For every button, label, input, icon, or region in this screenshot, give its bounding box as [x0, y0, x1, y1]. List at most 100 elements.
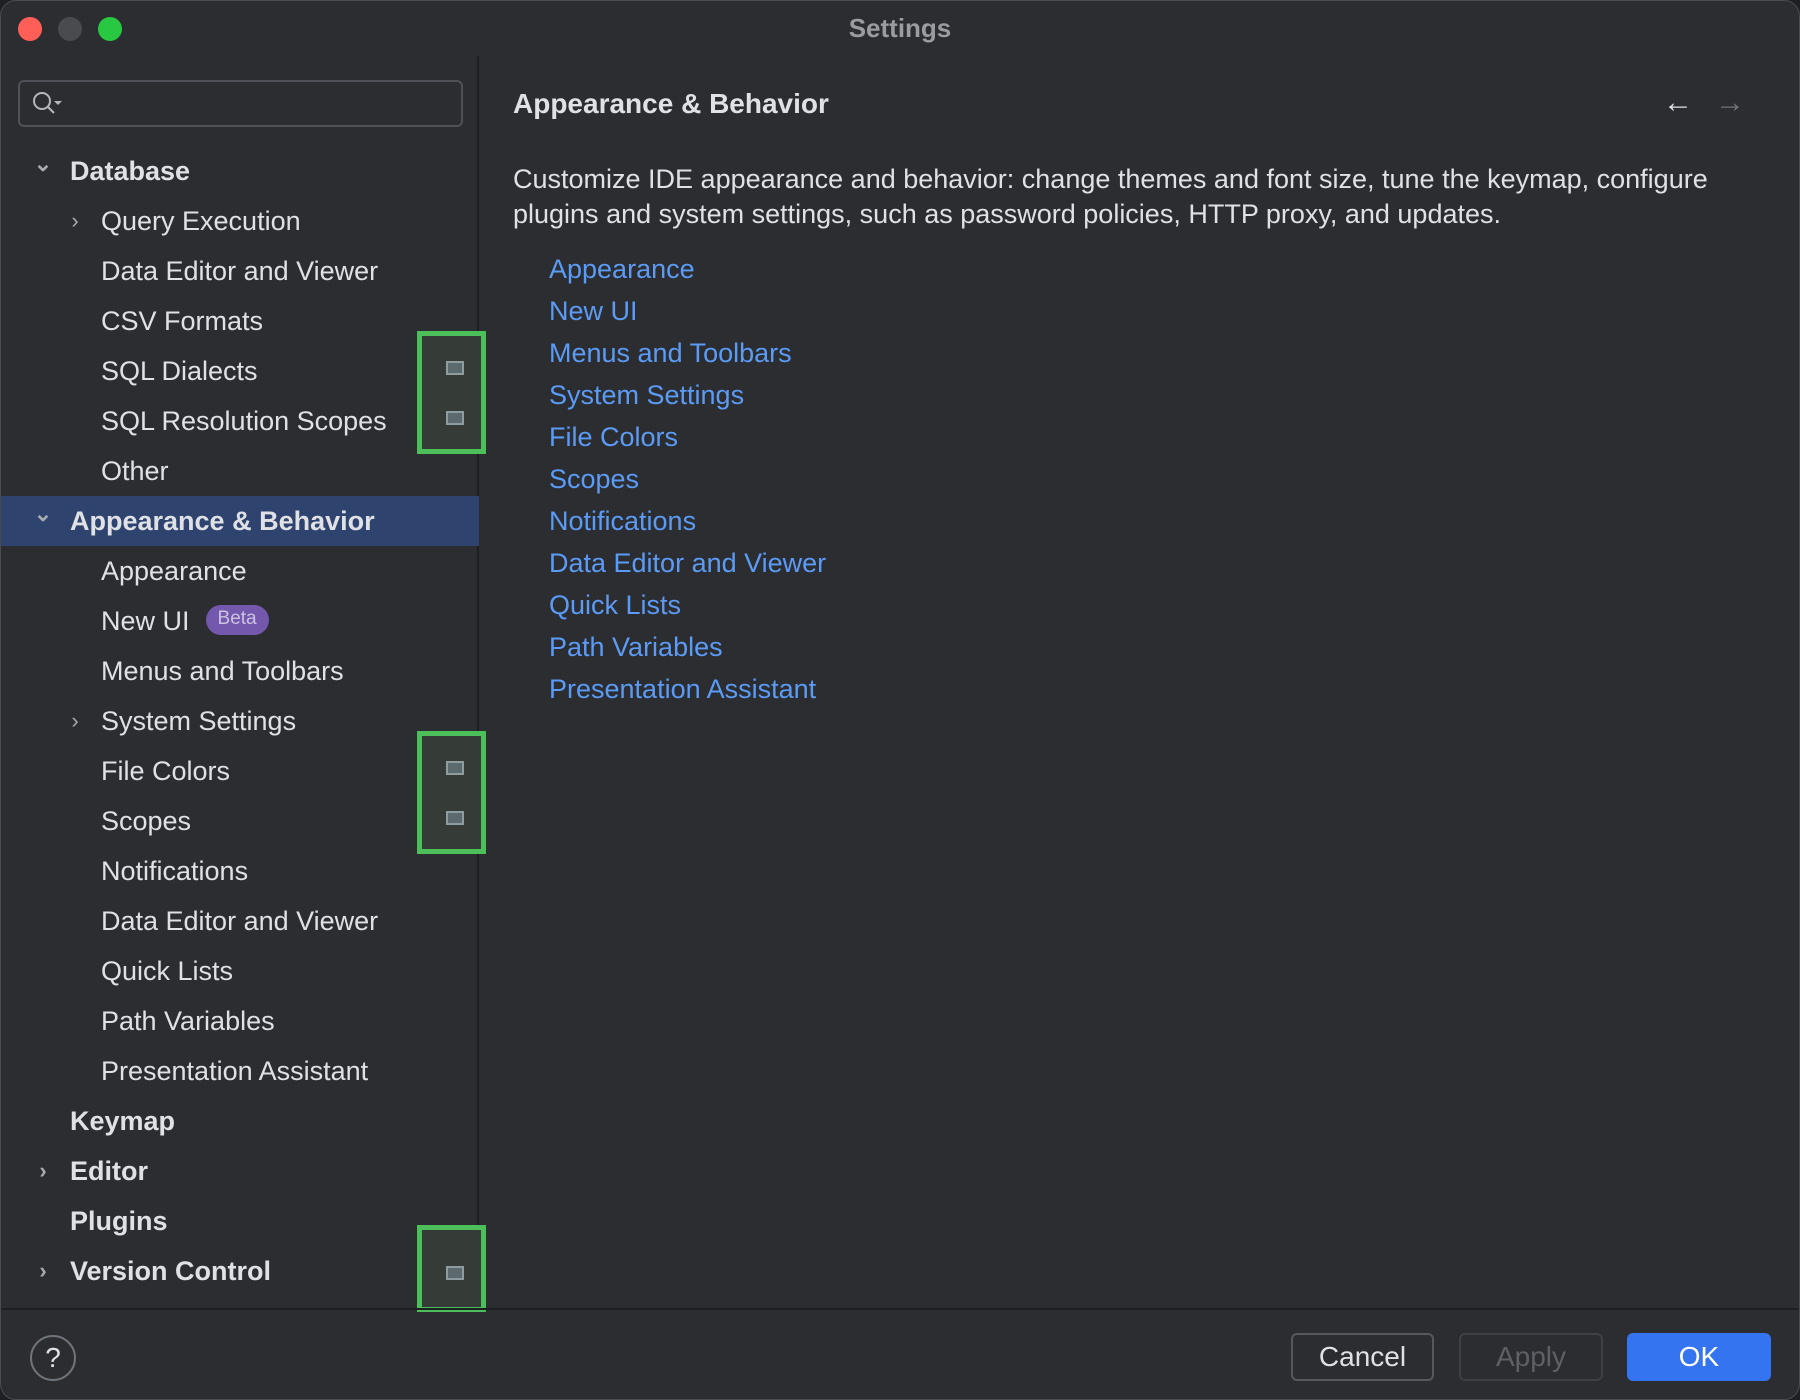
tree-item-label: Data Editor and Viewer — [101, 246, 378, 296]
subpage-link[interactable]: Quick Lists — [549, 585, 681, 625]
tree-item[interactable]: Keymap — [1, 1096, 479, 1146]
tree-item[interactable]: › Version Control — [1, 1246, 479, 1296]
subpage-link[interactable]: System Settings — [549, 375, 744, 415]
tree-item-label: CSV Formats — [101, 296, 263, 346]
highlight-box — [417, 731, 486, 854]
label: Other — [101, 456, 169, 486]
tree-item[interactable]: Notifications — [1, 846, 479, 896]
tree-item[interactable]: Presentation Assistant — [1, 1046, 479, 1096]
tree-item[interactable]: Data Editor and Viewer — [1, 896, 479, 946]
settings-content: Appearance & Behavior ← → Customize IDE … — [481, 56, 1799, 1308]
search-icon — [30, 89, 70, 119]
subpage-link[interactable]: Data Editor and Viewer — [549, 543, 826, 583]
label: SQL Dialects — [101, 356, 258, 386]
subpage-link[interactable]: Menus and Toolbars — [549, 333, 792, 373]
label: Version Control — [70, 1256, 271, 1286]
forward-icon[interactable]: → — [1715, 86, 1745, 120]
highlight-box — [417, 1225, 486, 1312]
tree-item-label: File Colors — [101, 746, 230, 796]
cancel-button[interactable]: Cancel — [1291, 1333, 1434, 1381]
tree-item-label: Menus and Toolbars — [101, 646, 344, 696]
tree-item-label: Editor — [70, 1146, 148, 1196]
label: Data Editor and Viewer — [101, 256, 378, 286]
tree-item[interactable]: Appearance — [1, 546, 479, 596]
subpage-link[interactable]: File Colors — [549, 417, 678, 457]
back-icon[interactable]: ← — [1663, 86, 1693, 120]
tree-item[interactable]: CSV Formats — [1, 296, 479, 346]
tree-item-label: New UI Beta — [101, 596, 269, 646]
settings-sidebar: ⌄ Database › Query Execution Data Editor and… — [1, 56, 479, 1308]
chevron-right-icon[interactable]: › — [33, 1146, 53, 1196]
project-level-icon — [446, 761, 464, 775]
chevron-down-icon[interactable]: ⌄ — [33, 146, 53, 196]
dialog-footer: ? Cancel Apply OK — [1, 1308, 1800, 1400]
tree-item-label: Scopes — [101, 796, 191, 846]
tree-item[interactable]: Scopes — [1, 796, 479, 846]
label: Database — [70, 156, 190, 186]
tree-item-label: Quick Lists — [101, 946, 233, 996]
tree-item-label: Notifications — [101, 846, 248, 896]
tree-item-label: Appearance & Behavior — [70, 496, 375, 546]
project-level-icon — [446, 361, 464, 375]
subpage-link[interactable]: Presentation Assistant — [549, 669, 816, 709]
label: Query Execution — [101, 206, 301, 236]
beta-badge: Beta — [206, 605, 269, 635]
label: Scopes — [101, 806, 191, 836]
label: Keymap — [70, 1106, 175, 1136]
label: Path Variables — [101, 1006, 275, 1036]
page-description: Customize IDE appearance and behavior: c… — [513, 162, 1773, 232]
tree-item-label: System Settings — [101, 696, 296, 746]
tree-item[interactable]: Plugins — [1, 1196, 479, 1246]
label: Notifications — [101, 856, 248, 886]
label: New UI — [101, 606, 190, 636]
chevron-down-icon[interactable]: ⌄ — [33, 496, 53, 546]
label: Presentation Assistant — [101, 1056, 368, 1086]
tree-item-label: Appearance — [101, 546, 247, 596]
tree-item[interactable]: Path Variables — [1, 996, 479, 1046]
page-title: Appearance & Behavior — [513, 88, 829, 120]
project-level-icon — [446, 811, 464, 825]
label: Menus and Toolbars — [101, 656, 344, 686]
tree-item-label: Presentation Assistant — [101, 1046, 368, 1096]
tree-item-label: Version Control — [70, 1246, 271, 1296]
tree-item[interactable]: Menus and Toolbars — [1, 646, 479, 696]
subpage-link[interactable]: Appearance — [549, 249, 695, 289]
window-title: Settings — [1, 1, 1799, 56]
highlight-box — [417, 331, 486, 454]
tree-item[interactable]: › System Settings — [1, 696, 479, 746]
tree-item[interactable]: ⌄ Appearance & Behavior — [1, 496, 479, 546]
tree-item-label: Plugins — [70, 1196, 168, 1246]
tree-item[interactable]: New UI Beta — [1, 596, 479, 646]
project-level-icon — [446, 411, 464, 425]
tree-item[interactable]: Quick Lists — [1, 946, 479, 996]
tree-item[interactable]: Data Editor and Viewer — [1, 246, 479, 296]
label: SQL Resolution Scopes — [101, 406, 387, 436]
tree-item-label: Query Execution — [101, 196, 301, 246]
subpage-link[interactable]: Path Variables — [549, 627, 723, 667]
settings-window: Settings ⌄ Database › Query Execution Data E… — [0, 0, 1800, 1400]
chevron-right-icon[interactable]: › — [65, 696, 85, 746]
tree-item[interactable]: ⌄ Database — [1, 146, 479, 196]
tree-item-label: SQL Resolution Scopes — [101, 396, 387, 446]
tree-item[interactable]: Other — [1, 446, 479, 496]
help-button[interactable]: ? — [30, 1335, 76, 1381]
tree-item[interactable]: › Query Execution — [1, 196, 479, 246]
apply-button[interactable]: Apply — [1459, 1333, 1603, 1381]
subpage-link[interactable]: New UI — [549, 291, 638, 331]
label: System Settings — [101, 706, 296, 736]
label: Appearance — [101, 556, 247, 586]
tree-item[interactable]: SQL Resolution Scopes — [1, 396, 479, 446]
search-input[interactable] — [18, 80, 463, 127]
chevron-right-icon[interactable]: › — [65, 196, 85, 246]
subpage-link[interactable]: Scopes — [549, 459, 639, 499]
label: Plugins — [70, 1206, 168, 1236]
tree-item[interactable]: SQL Dialects — [1, 346, 479, 396]
tree-item-label: SQL Dialects — [101, 346, 258, 396]
tree-item[interactable]: File Colors — [1, 746, 479, 796]
tree-item[interactable]: › Editor — [1, 1146, 479, 1196]
tree-item-label: Data Editor and Viewer — [101, 896, 378, 946]
subpage-link[interactable]: Notifications — [549, 501, 696, 541]
ok-button[interactable]: OK — [1627, 1333, 1771, 1381]
chevron-right-icon[interactable]: › — [33, 1246, 53, 1296]
tree-item-label: Other — [101, 446, 169, 496]
